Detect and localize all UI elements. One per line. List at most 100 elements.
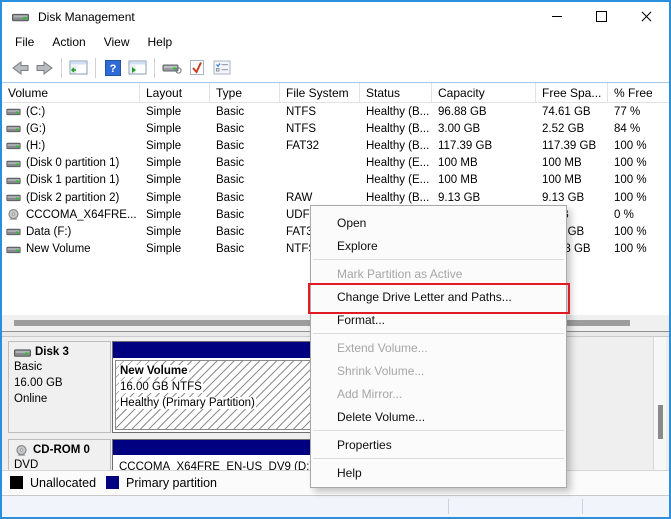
menu-item-help[interactable]: Help — [311, 461, 566, 484]
menu-item-delete-volume[interactable]: Delete Volume... — [311, 405, 566, 428]
column-header-pct-free[interactable]: % Free — [608, 83, 669, 102]
status-bar-divider — [582, 499, 583, 514]
volume-name: Data (F:) — [26, 225, 72, 238]
show-console-tree-button[interactable] — [66, 56, 91, 80]
drive-icon — [6, 124, 21, 133]
table-row[interactable]: (H:) Simple Basic FAT32 Healthy (B... 11… — [2, 137, 669, 154]
status-bar-divider — [448, 499, 449, 514]
show-action-pane-button[interactable] — [125, 56, 150, 80]
table-row[interactable]: (G:) Simple Basic NTFS Healthy (B... 3.0… — [2, 120, 669, 137]
primary-partition-swatch — [106, 476, 120, 489]
volume-name: New Volume — [26, 243, 91, 256]
window-title: Disk Management — [38, 9, 135, 24]
disk-management-window: Disk Management File Action View Help ? … — [0, 0, 671, 519]
context-menu: Open Explore Mark Partition as Active Ch… — [310, 205, 567, 488]
action-pane-icon — [128, 60, 147, 75]
svg-text:?: ? — [109, 63, 116, 75]
menu-separator — [313, 430, 564, 431]
legend-label: Primary partition — [126, 475, 218, 490]
volume-name: (C:) — [26, 105, 46, 118]
menu-help[interactable]: Help — [139, 32, 182, 52]
maximize-button[interactable] — [579, 2, 624, 31]
volume-list-header: Volume Layout Type File System Status Ca… — [2, 83, 669, 103]
caption-buttons — [534, 2, 669, 31]
minimize-button[interactable] — [534, 2, 579, 31]
forward-button[interactable] — [32, 56, 57, 80]
volume-block-status: Healthy (Primary Partition) — [119, 397, 256, 409]
volume-name: (Disk 2 partition 2) — [26, 191, 120, 204]
close-button[interactable] — [624, 2, 669, 31]
unallocated-swatch — [10, 476, 23, 489]
volume-name: (H:) — [26, 139, 46, 152]
volume-block-title: New Volume — [119, 365, 189, 377]
column-header-capacity[interactable]: Capacity — [432, 83, 536, 102]
status-bar — [2, 495, 669, 517]
column-header-free-space[interactable]: Free Spa... — [536, 83, 608, 102]
legend-unallocated: Unallocated — [10, 476, 96, 490]
drive-icon — [6, 141, 21, 150]
drive-icon — [6, 176, 21, 185]
menu-bar: File Action View Help — [2, 31, 669, 53]
menu-separator — [313, 458, 564, 459]
toolbar-separator — [61, 57, 62, 78]
column-header-file-system[interactable]: File System — [280, 83, 360, 102]
volume-name: (G:) — [26, 122, 46, 135]
legend-primary-partition: Primary partition — [106, 476, 217, 490]
menu-item-mark-partition-active: Mark Partition as Active — [337, 266, 463, 281]
properties-list-icon — [213, 60, 230, 75]
table-row[interactable]: (Disk 1 partition 1) Simple Basic Health… — [2, 172, 669, 189]
disk3-status: Online — [14, 393, 48, 405]
disk-rescan-icon — [162, 64, 182, 74]
close-icon — [641, 11, 652, 22]
menu-action[interactable]: Action — [43, 32, 94, 52]
cdrom0-name: CD-ROM 0 — [33, 444, 90, 456]
menu-file[interactable]: File — [6, 32, 43, 52]
disk3-type: Basic — [14, 361, 43, 373]
back-arrow-icon — [11, 60, 28, 75]
menu-view[interactable]: View — [95, 32, 139, 52]
cd-icon — [6, 209, 21, 220]
red-highlight-box — [308, 283, 570, 314]
menu-item-extend-volume: Extend Volume... — [337, 340, 428, 355]
table-row[interactable]: (Disk 0 partition 1) Simple Basic Health… — [2, 155, 669, 172]
app-drive-icon — [12, 11, 29, 23]
refresh-disk-button[interactable] — [159, 56, 184, 80]
drive-icon — [6, 107, 21, 116]
legend-label: Unallocated — [30, 475, 97, 490]
back-button[interactable] — [7, 56, 32, 80]
volume-name: (Disk 0 partition 1) — [26, 157, 120, 170]
properties-button[interactable] — [209, 56, 234, 80]
table-row[interactable]: (C:) Simple Basic NTFS Healthy (B... 96.… — [2, 103, 669, 120]
menu-item-shrink-volume: Shrink Volume... — [337, 363, 425, 378]
maximize-icon — [596, 11, 607, 22]
help-button[interactable]: ? — [100, 56, 125, 80]
disk-icon — [14, 347, 31, 358]
drive-icon — [6, 245, 21, 254]
menu-separator — [313, 333, 564, 334]
toolbar-separator — [95, 57, 96, 78]
drive-icon — [6, 227, 21, 236]
disk3-size: 16.00 GB — [14, 377, 63, 389]
disk3-label-panel[interactable]: Disk 3 Basic 16.00 GB Online — [8, 341, 111, 433]
drive-icon — [6, 159, 21, 168]
column-header-type[interactable]: Type — [210, 83, 280, 102]
disk3-name: Disk 3 — [35, 346, 69, 358]
menu-item-add-mirror: Add Mirror... — [337, 386, 403, 401]
help-icon: ? — [104, 59, 121, 76]
drive-icon — [6, 193, 21, 202]
toolbar-separator — [154, 57, 155, 78]
check-disk-button[interactable] — [184, 56, 209, 80]
check-document-icon — [189, 60, 204, 75]
menu-item-properties[interactable]: Properties — [311, 433, 566, 456]
console-tree-icon — [69, 60, 88, 75]
column-header-volume[interactable]: Volume — [2, 83, 140, 102]
column-header-status[interactable]: Status — [360, 83, 432, 102]
table-row[interactable]: (Disk 2 partition 2) Simple Basic RAW He… — [2, 189, 669, 206]
toolbar: ? — [2, 53, 669, 83]
menu-item-open[interactable]: Open — [311, 211, 566, 234]
volume-block-size: 16.00 GB NTFS — [119, 381, 203, 393]
minimize-icon — [551, 16, 562, 17]
vertical-scrollbar-thumb[interactable] — [658, 405, 663, 439]
menu-item-explore[interactable]: Explore — [311, 234, 566, 257]
column-header-layout[interactable]: Layout — [140, 83, 210, 102]
